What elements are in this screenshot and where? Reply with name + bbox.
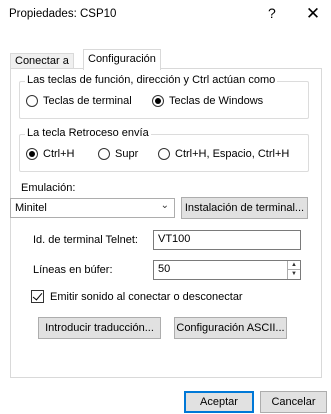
- spin-down-icon[interactable]: ▼: [288, 270, 300, 279]
- accept-button[interactable]: Aceptar: [184, 391, 254, 413]
- settings-panel: Las teclas de función, dirección y Ctrl …: [10, 68, 322, 378]
- radio-windows-keys-dot: [152, 95, 164, 107]
- radio-ctrl-h-space-label: Ctrl+H, Espacio, Ctrl+H: [175, 148, 290, 160]
- emulation-select-value: Minitel: [15, 202, 47, 214]
- radio-windows-keys[interactable]: Teclas de Windows: [152, 95, 263, 107]
- cancel-button[interactable]: Cancelar: [260, 391, 327, 413]
- buffer-lines-input[interactable]: 50 ▲ ▼: [153, 260, 301, 280]
- buffer-lines-label: Líneas en búfer:: [33, 264, 113, 276]
- terminal-setup-button[interactable]: Instalación de terminal...: [181, 197, 308, 219]
- function-keys-group-label: Las teclas de función, dirección y Ctrl …: [25, 74, 278, 86]
- telnet-id-input[interactable]: VT100: [153, 230, 301, 250]
- radio-supr-dot: [98, 148, 110, 160]
- radio-ctrl-h-space[interactable]: Ctrl+H, Espacio, Ctrl+H: [158, 148, 289, 160]
- translation-button[interactable]: Introducir traducción...: [38, 317, 161, 339]
- emulation-select[interactable]: Minitel ⌄: [10, 198, 175, 218]
- tab-configuracion[interactable]: Configuración: [83, 49, 161, 70]
- tab-conectar-a[interactable]: Conectar a: [10, 53, 74, 69]
- radio-supr-label: Supr: [115, 148, 139, 160]
- buffer-lines-spinner[interactable]: ▲ ▼: [287, 261, 300, 279]
- radio-supr[interactable]: Supr: [98, 148, 138, 160]
- emulation-label: Emulación:: [21, 182, 76, 194]
- buffer-lines-value: 50: [158, 263, 171, 275]
- radio-terminal-keys-dot: [26, 95, 38, 107]
- window-title: Propiedades: CSP10: [9, 8, 117, 20]
- radio-terminal-keys[interactable]: Teclas de terminal: [26, 95, 132, 107]
- backspace-group-label: La tecla Retroceso envía: [25, 127, 151, 139]
- title-bar: Propiedades: CSP10 ? ✕: [0, 0, 331, 30]
- backspace-group: La tecla Retroceso envía Ctrl+H Supr Ctr…: [19, 127, 309, 172]
- spin-up-icon[interactable]: ▲: [288, 261, 300, 270]
- radio-terminal-keys-label: Teclas de terminal: [43, 95, 132, 107]
- function-keys-group: Las teclas de función, dirección y Ctrl …: [19, 74, 309, 119]
- beep-checkbox[interactable]: Emitir sonido al conectar o desconectar: [31, 290, 243, 303]
- ascii-setup-button[interactable]: Configuración ASCII...: [174, 317, 287, 339]
- beep-checkbox-label: Emitir sonido al conectar o desconectar: [50, 290, 243, 303]
- radio-ctrl-h[interactable]: Ctrl+H: [26, 148, 74, 160]
- radio-ctrl-h-label: Ctrl+H: [43, 148, 75, 160]
- telnet-id-label: Id. de terminal Telnet:: [33, 234, 138, 246]
- radio-ctrl-h-dot: [26, 148, 38, 160]
- radio-ctrl-h-space-dot: [158, 148, 170, 160]
- chevron-down-icon: ⌄: [160, 200, 169, 211]
- close-icon: ✕: [305, 4, 321, 23]
- close-button[interactable]: ✕: [298, 2, 328, 28]
- checkbox-checked-icon: [31, 290, 44, 303]
- help-button[interactable]: ?: [268, 5, 276, 21]
- radio-windows-keys-label: Teclas de Windows: [169, 95, 264, 107]
